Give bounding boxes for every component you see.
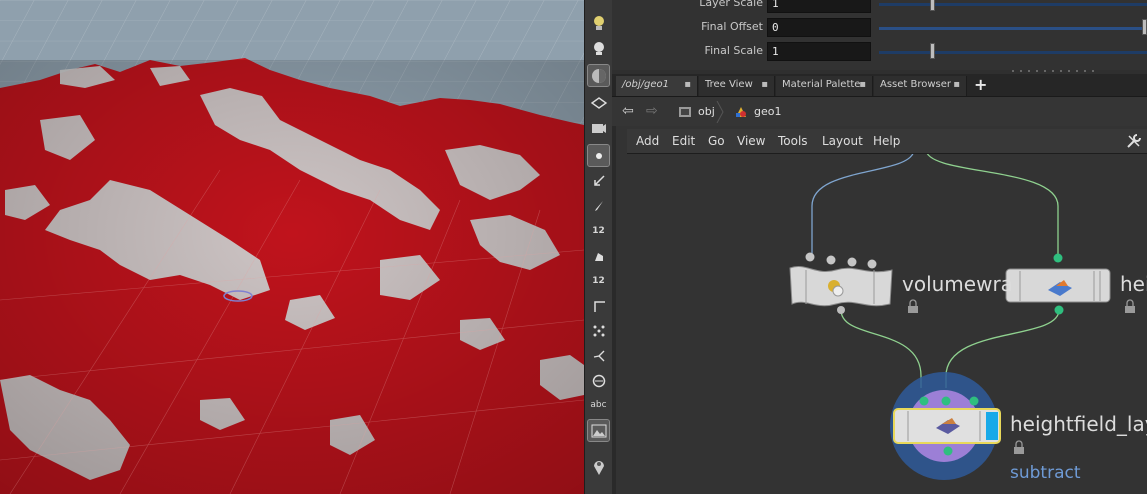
tab-label: Material Palette	[782, 79, 861, 90]
pane-tab-bar: /obj/geo1 ▪ Tree View ▪ Material Palette ▪ …	[612, 74, 1147, 97]
param-row-final-offset: Final Offset 0	[612, 17, 1147, 39]
background-image-icon[interactable]	[587, 419, 610, 442]
menu-go[interactable]: Go	[708, 134, 725, 148]
breadcrumb-geo1[interactable]: geo1	[734, 102, 781, 121]
brush-icon[interactable]	[588, 245, 609, 266]
path-bar: ⇦ ⇨ obj geo1	[612, 97, 1147, 127]
param-label: Final Scale	[704, 44, 763, 57]
close-icon[interactable]: ▪	[761, 79, 768, 90]
final-offset-slider-handle[interactable]	[1142, 19, 1147, 35]
geometry-icon	[736, 106, 746, 117]
breadcrumb-label: obj	[698, 105, 715, 118]
menu-edit[interactable]: Edit	[672, 134, 695, 148]
parameter-pane: Layer Scale 1 Final Offset 0 Final Scale…	[612, 0, 1147, 73]
volumewrangle-node	[789, 252, 893, 314]
menu-add[interactable]: Add	[636, 134, 659, 148]
tab-obj-geo1[interactable]: /obj/geo1 ▪	[616, 76, 698, 96]
circle-icon[interactable]	[588, 370, 609, 391]
viewport-toolbar: 12 12 abc	[584, 0, 613, 494]
menu-tools[interactable]: Tools	[778, 134, 808, 148]
layer-scale-field[interactable]: 1	[767, 0, 871, 13]
scene-viewport[interactable]	[0, 0, 584, 494]
heightfield-layer-label[interactable]: heightfield_lay	[1010, 412, 1147, 436]
terrain-render	[0, 0, 584, 494]
tab-asset-browser[interactable]: Asset Browser ▪	[874, 76, 967, 96]
network-menu-bar: Add Edit Go View Tools Layout Help	[627, 129, 1147, 154]
tab-tree-view[interactable]: Tree View ▪	[699, 76, 775, 96]
point-numbers-label: 12	[592, 225, 605, 236]
wrench-icon[interactable]	[1125, 132, 1143, 150]
normals-icon[interactable]	[588, 345, 609, 366]
final-scale-slider-track[interactable]	[879, 51, 1147, 54]
wire-blue	[811, 149, 915, 254]
point-icon[interactable]	[587, 144, 610, 167]
lock-icon-1	[908, 299, 918, 313]
obj-folder-icon	[679, 106, 691, 117]
heightfield-node	[1005, 253, 1111, 315]
menu-help[interactable]: Help	[873, 134, 900, 148]
heightfield-layer-node	[890, 372, 1001, 480]
wire-green-top	[925, 149, 1059, 256]
map-pin-icon[interactable]	[588, 456, 609, 477]
final-scale-field[interactable]: 1	[767, 42, 871, 61]
volumewrangle-label[interactable]: volumewra	[902, 272, 1013, 296]
menu-layout[interactable]: Layout	[822, 134, 863, 148]
pane-resize-handle[interactable]	[1012, 70, 1102, 73]
heightfield-label[interactable]: hei	[1120, 272, 1147, 296]
param-row-final-scale: Final Scale 1	[612, 41, 1147, 63]
right-panes: Layer Scale 1 Final Offset 0 Final Scale…	[612, 0, 1147, 494]
back-arrow-icon[interactable]: ⇦	[622, 103, 634, 119]
forward-arrow-icon[interactable]: ⇨	[646, 103, 658, 119]
param-label: Layer Scale	[699, 0, 763, 9]
arrow-icon[interactable]	[588, 170, 609, 191]
pen-icon[interactable]	[588, 195, 609, 216]
breadcrumb-label: geo1	[754, 105, 782, 118]
point-numbers-icon[interactable]: 12	[588, 220, 609, 241]
node-comment-subtract: subtract	[1010, 463, 1081, 483]
text-icon-label: abc	[590, 399, 607, 410]
tab-label: Tree View	[705, 79, 753, 90]
close-icon[interactable]: ▪	[953, 79, 960, 90]
final-offset-slider-track[interactable]	[879, 27, 1147, 30]
param-row-layer-scale: Layer Scale 1	[612, 0, 1147, 15]
prim-numbers-icon[interactable]: 12	[588, 270, 609, 291]
camera-icon[interactable]	[588, 92, 609, 113]
wire-green-left	[840, 309, 922, 388]
final-scale-slider-handle[interactable]	[930, 43, 935, 59]
lock-icon-2	[1125, 299, 1135, 313]
menu-view[interactable]: View	[737, 134, 765, 148]
network-editor[interactable]: volumewra hei heightfield_lay subtract	[612, 126, 1147, 494]
node-graph	[789, 149, 1135, 480]
param-label: Final Offset	[701, 20, 763, 33]
final-offset-field[interactable]: 0	[767, 18, 871, 37]
breadcrumb-separator	[716, 101, 724, 123]
lock-icon-3	[1014, 440, 1024, 454]
breadcrumb-obj[interactable]: obj	[678, 102, 715, 121]
close-icon[interactable]: ▪	[859, 79, 866, 90]
prim-numbers-label: 12	[592, 275, 605, 286]
display-mode-icon[interactable]	[587, 64, 610, 87]
tab-material-palette[interactable]: Material Palette ▪	[776, 76, 873, 96]
close-icon[interactable]: ▪	[684, 79, 691, 90]
tab-label: /obj/geo1	[622, 79, 669, 90]
corner-icon[interactable]	[588, 295, 609, 316]
light-bulb-icon[interactable]	[588, 12, 609, 33]
text-icon[interactable]: abc	[588, 394, 609, 415]
layer-scale-slider-handle[interactable]	[930, 0, 935, 11]
skull-light-icon[interactable]	[588, 38, 609, 59]
grid-points-icon[interactable]	[588, 320, 609, 341]
add-tab-button[interactable]: +	[974, 75, 987, 94]
tab-label: Asset Browser	[880, 79, 952, 90]
layer-scale-slider-track[interactable]	[879, 3, 1147, 6]
render-icon[interactable]	[588, 117, 609, 138]
